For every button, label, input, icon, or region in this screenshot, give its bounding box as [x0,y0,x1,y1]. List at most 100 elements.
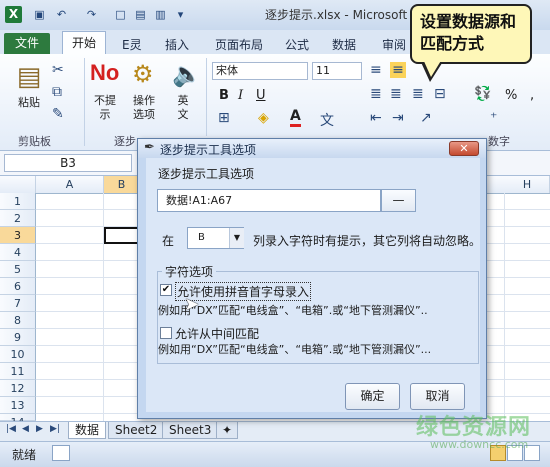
tab-eling[interactable]: E灵 [122,36,142,53]
close-icon[interactable]: ✕ [449,141,479,156]
range-picker-button[interactable]: — [381,189,416,212]
column-suffix-label: 列录入字符时有提示，其它列将自动忽略。 [253,234,482,248]
last-sheet-icon[interactable]: ▶| [50,424,60,434]
source-range-input[interactable]: 数据!A1:A67 [157,189,381,212]
increase-decimal-icon[interactable]: ⁺ [490,110,497,126]
comma-button[interactable]: , [530,88,534,103]
underline-button[interactable]: U [256,88,266,103]
indent-decrease-icon[interactable]: ⇤ [370,110,382,126]
source-label: 逐步提示工具选项 [158,167,255,181]
merge-center-icon[interactable]: ⊟ [434,86,446,102]
paste-icon[interactable]: ▤ [16,62,42,92]
pinyin-checkbox[interactable]: ✔ [160,284,172,296]
options-gear-icon[interactable]: ⚙ [132,60,154,88]
format-painter-icon[interactable]: ✎ [52,106,64,122]
no-prompt-icon[interactable]: No [90,60,119,86]
middle-match-checkbox[interactable] [160,327,172,339]
prompt-group-label: 逐步 [114,135,136,148]
mouse-cursor-icon: ➤ [184,294,200,315]
row-header[interactable]: 7 [0,295,36,312]
speaker-icon[interactable]: 🔈 [172,60,202,88]
ok-button[interactable]: 确定 [345,383,400,410]
row-header[interactable]: 6 [0,278,36,295]
gridline [504,193,505,421]
customize-dropdown-icon[interactable]: ▾ [173,7,188,22]
prev-sheet-icon[interactable]: ◀ [22,424,29,434]
italic-button[interactable]: I [238,88,243,103]
new-file-icon[interactable]: □ [113,7,128,22]
sheet-tab-data[interactable]: 数据 [68,422,107,439]
clipboard-group-label: 剪贴板 [18,135,51,148]
percent-button[interactable]: % [505,88,517,103]
redo-icon[interactable]: ↷ [84,7,99,22]
row-header[interactable]: 9 [0,329,36,346]
column-prefix-label: 在 [162,234,175,248]
middle-match-label[interactable]: 允许从中间匹配 [175,325,259,342]
tab-home[interactable]: 开始 [62,31,106,55]
sheet-tab-sheet3[interactable]: Sheet3 [162,422,219,439]
print-icon[interactable]: ▥ [153,7,168,22]
tab-review[interactable]: 审阅 [382,36,406,53]
font-color-icon[interactable]: A [290,108,301,127]
bold-button[interactable]: B [219,88,229,103]
tab-insert[interactable]: 插入 [165,36,189,53]
align-center-icon[interactable]: ≣ [390,86,402,102]
font-size-box[interactable]: 11 [312,62,362,80]
align-left-icon[interactable]: ≣ [370,86,382,102]
dialog-title: 逐步提示工具选项 [160,143,257,157]
align-top-icon[interactable]: ≡ [370,62,382,78]
insert-sheet-icon[interactable]: ✦ [216,422,238,439]
tab-page-layout[interactable]: 页面布局 [215,36,263,53]
row-header[interactable]: 12 [0,380,36,397]
align-middle-icon[interactable]: ≡ [390,62,406,78]
middle-match-example-text: 例如用“DX”匹配“电线盒”、“电箱”.或“地下管测漏仪”... [158,343,432,356]
chevron-down-icon[interactable]: ▼ [229,228,244,248]
tab-formulas[interactable]: 公式 [285,36,309,53]
excel-app-icon[interactable]: X [5,6,22,23]
cancel-button[interactable]: 取消 [410,383,465,410]
watermark-text: 绿色资源网 [416,415,532,440]
copy-icon[interactable]: ⧉ [52,84,62,100]
phonetic-icon[interactable]: 文 [320,110,334,130]
row-header[interactable]: 8 [0,312,36,329]
select-all-corner[interactable] [0,176,36,193]
sheet-tab-sheet2[interactable]: Sheet2 [108,422,165,439]
group-divider [84,58,85,146]
font-name-box[interactable]: 宋体 [212,62,308,80]
orientation-icon[interactable]: ↗ [420,110,432,126]
open-folder-icon[interactable]: ▤ [133,7,148,22]
callout-annotation: 设置数据源和匹配方式 [410,4,532,64]
fill-color-icon[interactable]: ◈ [258,110,269,126]
active-cell-b3[interactable] [104,227,140,244]
cut-icon[interactable]: ✂ [52,62,64,78]
align-right-icon[interactable]: ≣ [412,86,424,102]
border-icon[interactable]: ⊞ [218,110,230,126]
row-header[interactable]: 2 [0,210,36,227]
row-header-selected[interactable]: 3 [0,227,36,244]
row-header[interactable]: 11 [0,363,36,380]
next-sheet-icon[interactable]: ▶ [36,424,43,434]
name-box[interactable]: B3 [4,154,132,172]
paste-label[interactable]: 粘贴 [14,96,44,110]
column-header-a[interactable]: A [36,176,104,193]
column-header-b[interactable]: B [104,176,140,193]
tab-data[interactable]: 数据 [332,36,356,53]
undo-icon[interactable]: ↶ [54,7,69,22]
no-prompt-label[interactable]: 不提示 [92,94,118,122]
row-header[interactable]: 10 [0,346,36,363]
accounting-format-icon[interactable]: 💱 [474,86,491,102]
english-label[interactable]: 英文 [175,94,191,122]
callout-tail-fill [423,59,442,77]
row-header[interactable]: 14 [0,414,36,429]
macro-record-icon[interactable] [52,445,70,461]
row-header[interactable]: 1 [0,193,36,210]
tab-file[interactable]: 文件 [4,33,50,54]
column-header-h[interactable]: H [505,176,550,193]
row-header[interactable]: 13 [0,397,36,414]
indent-increase-icon[interactable]: ⇥ [392,110,404,126]
options-label[interactable]: 操作选项 [130,94,158,122]
row-header[interactable]: 4 [0,244,36,261]
row-header[interactable]: 5 [0,261,36,278]
first-sheet-icon[interactable]: |◀ [6,424,16,434]
save-icon[interactable]: ▣ [32,7,47,22]
